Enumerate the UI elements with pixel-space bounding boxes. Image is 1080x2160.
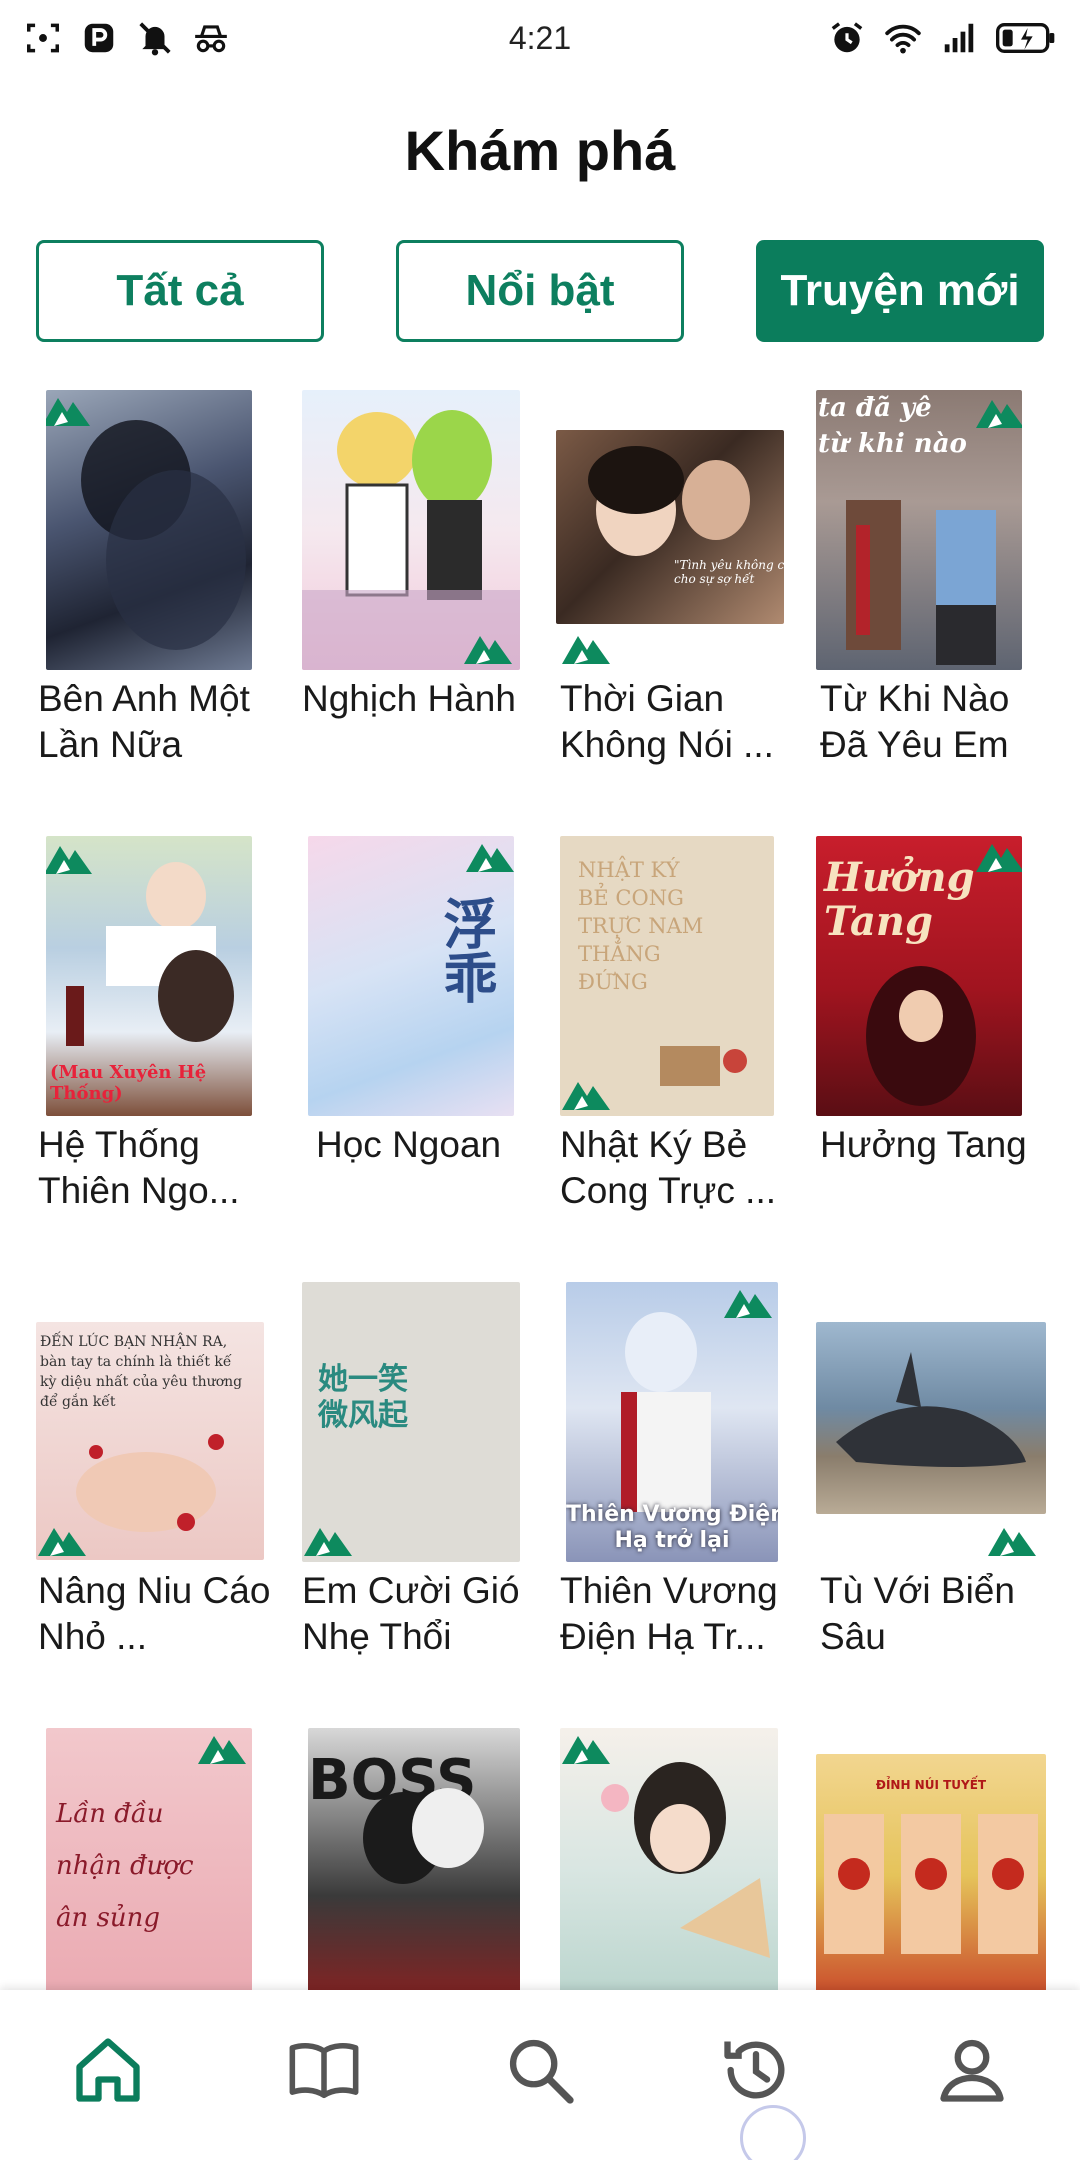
book-cover: NHẬT KÝ BẺ CONG TRỰC NAM THẲNG ĐỨNG	[560, 836, 774, 1116]
cover-text: "Tình yêu không c cho sự sợ hết	[674, 558, 784, 586]
publisher-logo-icon	[974, 838, 1022, 874]
book-title: Nhật Ký Bẻ Cong Trực ...	[560, 1124, 777, 1211]
book-title: Học Ngoan	[316, 1124, 502, 1165]
book-cover	[46, 390, 252, 670]
publisher-logo-icon	[982, 1522, 1042, 1558]
publisher-logo-icon	[36, 1522, 88, 1558]
book-title: Hệ Thống Thiên Ngo...	[38, 1124, 240, 1211]
cover-text: Lần đầu nhận được ân sủng	[56, 1799, 194, 1933]
page-title: Khám phá	[404, 119, 676, 182]
publisher-logo-icon	[722, 1284, 774, 1320]
book-title: Nâng Niu Cáo Nhỏ ...	[38, 1570, 271, 1657]
publisher-logo-icon	[302, 1522, 354, 1558]
publisher-logo-icon	[462, 630, 514, 666]
cover-text: 她一笑 微风起	[318, 1362, 408, 1433]
book-cover: BOSS	[308, 1728, 520, 1990]
bottom-navigation	[0, 1990, 1080, 2160]
book-title: Thời Gian Không Nói ...	[560, 678, 774, 765]
book-title: Hưởng Tang	[820, 1124, 1027, 1165]
book-title: Em Cười Gió Nhẹ Thổi	[302, 1570, 520, 1657]
filter-tabs: Tất cả Nổi bật Truyện mới	[36, 240, 1044, 344]
publisher-logo-icon	[464, 838, 514, 874]
publisher-logo-icon	[560, 1076, 612, 1112]
book-cover: Thiên Vương Điện Hạ trở lại	[566, 1282, 778, 1562]
cover-text: ta đã yê từ khi nào	[818, 393, 967, 459]
status-time: 4:21	[508, 20, 572, 56]
book-cover: (Mau Xuyên Hệ Thống)	[46, 836, 252, 1116]
book-cover: Lần đầu nhận được ân sủng	[46, 1728, 252, 1990]
tab-featured[interactable]: Nổi bật	[396, 240, 684, 342]
home-icon	[76, 2038, 140, 2102]
book-title: Bên Anh Một Lần Nữa	[38, 678, 250, 765]
profile-icon	[940, 2039, 1004, 2102]
cover-text: 浮乖	[434, 896, 497, 1004]
nav-library[interactable]	[264, 2010, 384, 2130]
book-cover	[560, 1728, 778, 1990]
book-title: Thiên Vương Điện Hạ Tr...	[560, 1570, 778, 1657]
publisher-logo-icon	[196, 1730, 248, 1766]
history-icon	[724, 2041, 785, 2099]
book-cover: ĐỈNH NÚI TUYẾT	[816, 1754, 1046, 1990]
publisher-logo-icon	[46, 840, 94, 876]
publisher-logo-icon	[974, 394, 1022, 430]
book-title: Nghịch Hành	[302, 678, 516, 719]
book-cover: Hưởng Tang	[816, 836, 1022, 1116]
book-cover: 浮乖	[308, 836, 514, 1116]
book-cover: "Tình yêu không c cho sự sợ hết	[556, 430, 784, 624]
nav-search[interactable]	[480, 2010, 600, 2130]
publisher-logo-icon	[556, 630, 616, 666]
publisher-logo-icon	[46, 392, 92, 428]
cover-text: (Mau Xuyên Hệ Thống)	[50, 1062, 207, 1104]
nav-home[interactable]	[48, 2010, 168, 2130]
search-icon	[509, 2039, 574, 2104]
publisher-logo-icon	[560, 1730, 612, 1766]
book-cover	[816, 1322, 1046, 1514]
nav-profile[interactable]	[912, 2010, 1032, 2130]
book-cover: ta đã yê từ khi nào	[816, 390, 1022, 670]
book-title: Từ Khi Nào Đã Yêu Em	[820, 678, 1010, 765]
book-grid: Bên Anh Một Lần Nữa Nghịch Hành "Tình yê…	[30, 380, 1060, 1990]
book-cover: 她一笑 微风起	[302, 1282, 520, 1562]
cover-text: Thiên Vương Điện Hạ trở lại	[566, 1502, 778, 1553]
tab-all[interactable]: Tất cả	[36, 240, 324, 342]
book-title: Tù Với Biển Sâu	[820, 1570, 1015, 1657]
tab-new-stories[interactable]: Truyện mới	[756, 240, 1044, 342]
book-cover: ĐẾN LÚC BẠN NHẬN RA, bàn tay ta chính là…	[36, 1322, 264, 1560]
status-bar: 4:21	[0, 0, 1080, 76]
book-icon	[289, 2043, 359, 2099]
book-cover	[302, 390, 520, 670]
